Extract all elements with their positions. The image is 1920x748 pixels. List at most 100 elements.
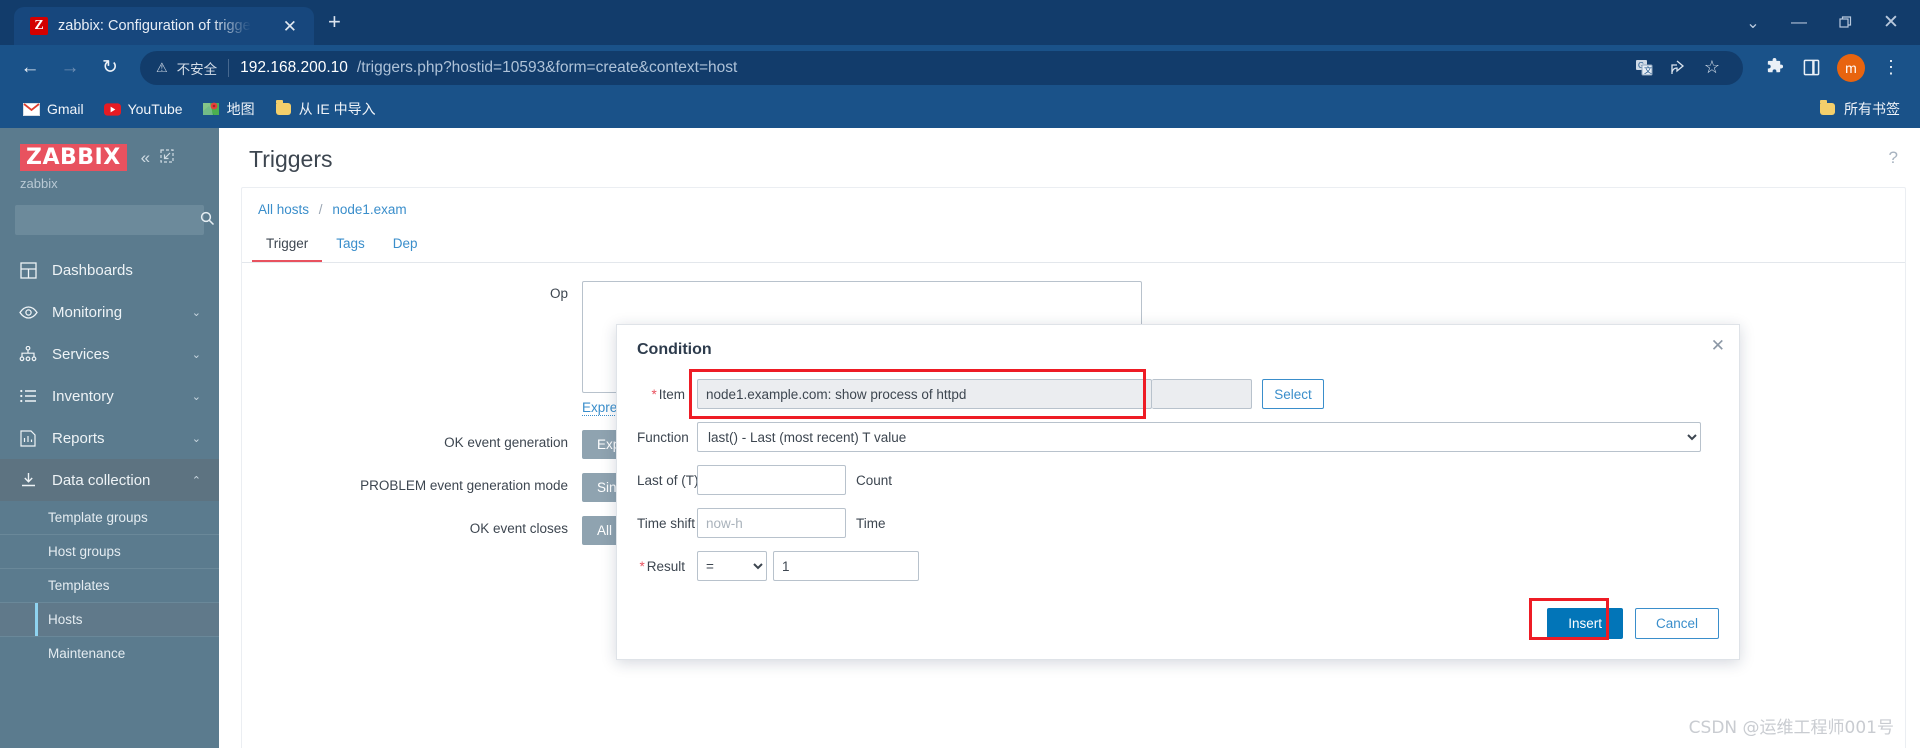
sidebar-subitem-label: Maintenance xyxy=(48,646,126,661)
item-select-button[interactable]: Select xyxy=(1262,379,1324,409)
function-select[interactable]: last() - Last (most recent) T value xyxy=(697,422,1701,452)
sidebar-hide-icon[interactable] xyxy=(160,149,174,166)
gmail-icon xyxy=(23,101,40,118)
watermark: CSDN @运维工程师001号 xyxy=(1688,718,1894,738)
sidebar-subitem-maintenance[interactable]: Maintenance xyxy=(0,636,219,670)
modal-overlay: Condition ✕ *Item Select xyxy=(219,128,1920,748)
browser-menu-icon[interactable]: ⋮ xyxy=(1874,51,1908,85)
profile-avatar[interactable]: m xyxy=(1837,53,1865,82)
translate-icon[interactable]: G 文 xyxy=(1629,53,1659,83)
sidebar-submenu-data-collection: Template groups Host groups Templates Ho… xyxy=(0,501,219,670)
item-input-secondary[interactable] xyxy=(1152,379,1252,409)
zabbix-logo: ZABBIX xyxy=(20,144,127,171)
url-host: 192.168.200.10 xyxy=(240,58,348,76)
item-label-text: Item xyxy=(658,386,685,402)
gmail-glyph xyxy=(23,102,40,116)
share-icon[interactable] xyxy=(1663,53,1693,83)
chevron-up-icon: ⌃ xyxy=(191,474,201,487)
last-of-t-input[interactable] xyxy=(697,465,846,495)
folder-icon xyxy=(275,100,292,118)
bookmark-ie-import[interactable]: 从 IE 中导入 xyxy=(266,95,385,123)
tab-search-chevron-icon[interactable]: ⌄ xyxy=(1730,5,1776,41)
browser-window: Z zabbix: Configuration of trigge ✕ + ⌄ … xyxy=(0,0,1920,748)
bookmark-label: YouTube xyxy=(127,101,183,117)
search-icon[interactable] xyxy=(200,211,215,230)
sidebar-collapse-icon[interactable]: « xyxy=(141,148,150,168)
browser-tab[interactable]: Z zabbix: Configuration of trigge ✕ xyxy=(14,7,314,45)
reload-button[interactable]: ↻ xyxy=(92,50,128,86)
extensions-icon[interactable] xyxy=(1757,51,1791,85)
sidebar-item-label: Monitoring xyxy=(52,303,123,321)
item-field-group: Select xyxy=(689,369,1324,419)
side-panel-icon[interactable] xyxy=(1794,51,1828,85)
maximize-icon xyxy=(1838,16,1851,28)
result-operator-select[interactable]: = xyxy=(697,551,767,581)
forward-button[interactable]: → xyxy=(52,50,88,86)
search-input[interactable] xyxy=(24,212,200,228)
insert-button[interactable]: Insert xyxy=(1547,608,1623,639)
minimize-button[interactable]: — xyxy=(1776,5,1822,41)
dashboard-icon xyxy=(18,260,38,280)
maps-icon xyxy=(203,101,220,118)
cancel-button[interactable]: Cancel xyxy=(1634,608,1719,639)
chevron-down-icon: ⌄ xyxy=(191,348,201,361)
result-row: * Result = xyxy=(637,551,1719,581)
item-input[interactable] xyxy=(697,379,1152,409)
new-tab-button[interactable]: + xyxy=(314,5,355,39)
last-of-t-unit: Count xyxy=(856,472,893,488)
maximize-button[interactable] xyxy=(1822,5,1868,41)
required-marker: * xyxy=(651,386,657,402)
translate-glyph: G 文 xyxy=(1635,59,1652,75)
address-bar[interactable]: ⚠ 不安全 192.168.200.10/triggers.php?hostid… xyxy=(140,50,1743,85)
last-of-t-label: Last of (T) xyxy=(637,472,699,488)
condition-dialog: Condition ✕ *Item Select xyxy=(616,324,1740,660)
bookmark-gmail[interactable]: Gmail xyxy=(14,97,93,122)
bookmarks-bar: Gmail YouTube 地图 从 IE 中导入 所有书签 xyxy=(0,90,1920,128)
sidebar-item-data-collection[interactable]: Data collection ⌃ xyxy=(0,459,219,501)
zabbix-favicon: Z xyxy=(30,17,48,35)
item-label: * Item xyxy=(637,387,697,402)
chevron-down-icon: ⌄ xyxy=(191,306,201,319)
eye-glyph xyxy=(18,305,38,319)
time-shift-label: Time shift xyxy=(637,515,696,531)
result-label: * Result xyxy=(637,559,697,574)
result-label-text: Result xyxy=(646,558,685,574)
bookmark-star-icon[interactable]: ☆ xyxy=(1697,53,1727,83)
sidebar-subitem-templates[interactable]: Templates xyxy=(0,568,219,602)
sidebar-item-inventory[interactable]: Inventory ⌄ xyxy=(0,375,219,417)
all-bookmarks-entry[interactable]: 所有书签 xyxy=(1819,99,1906,119)
download-glyph xyxy=(21,473,35,487)
security-label: 不安全 xyxy=(176,61,218,77)
magnifier-glyph xyxy=(200,211,215,225)
sidebar-item-reports[interactable]: Reports ⌄ xyxy=(0,417,219,459)
all-bookmarks-label: 所有书签 xyxy=(1844,101,1900,117)
close-window-button[interactable]: ✕ xyxy=(1868,5,1914,41)
bookmark-youtube[interactable]: YouTube xyxy=(95,97,192,122)
result-value-input[interactable] xyxy=(773,551,919,581)
sidebar-subitem-label: Hosts xyxy=(48,612,83,627)
sidebar-item-monitoring[interactable]: Monitoring ⌄ xyxy=(0,291,219,333)
omnibox-divider xyxy=(228,58,230,77)
reports-glyph xyxy=(20,429,36,447)
sidebar-item-label: Data collection xyxy=(52,471,151,489)
time-shift-input[interactable] xyxy=(697,508,846,538)
sidebar-item-dashboards[interactable]: Dashboards xyxy=(0,249,219,291)
time-shift-row: Time shift Time xyxy=(637,508,1719,538)
hide-glyph xyxy=(160,149,174,163)
sidebar-subitem-template-groups[interactable]: Template groups xyxy=(0,501,219,534)
sidebar-item-services[interactable]: Services ⌄ xyxy=(0,333,219,375)
maps-glyph xyxy=(203,102,220,115)
last-of-t-row: Last of (T) Count xyxy=(637,465,1719,495)
panel-glyph xyxy=(1803,59,1819,76)
sidebar-subitem-hosts[interactable]: Hosts xyxy=(0,602,219,636)
sidebar-search[interactable] xyxy=(15,205,215,235)
main-content: Triggers ? All hosts / node1.exam Trigge… xyxy=(219,128,1920,748)
bookmark-maps[interactable]: 地图 xyxy=(194,95,264,123)
tab-close-icon[interactable]: ✕ xyxy=(278,16,302,37)
sidebar: ZABBIX « zabbix Dashboards Monitoring ⌄ … xyxy=(0,128,219,748)
url-path: /triggers.php?hostid=10593&form=create&c… xyxy=(356,58,738,76)
dashboard-glyph xyxy=(19,261,37,279)
sidebar-subitem-host-groups[interactable]: Host groups xyxy=(0,534,219,568)
back-button[interactable]: ← xyxy=(12,50,48,86)
close-icon[interactable]: ✕ xyxy=(1711,337,1725,354)
